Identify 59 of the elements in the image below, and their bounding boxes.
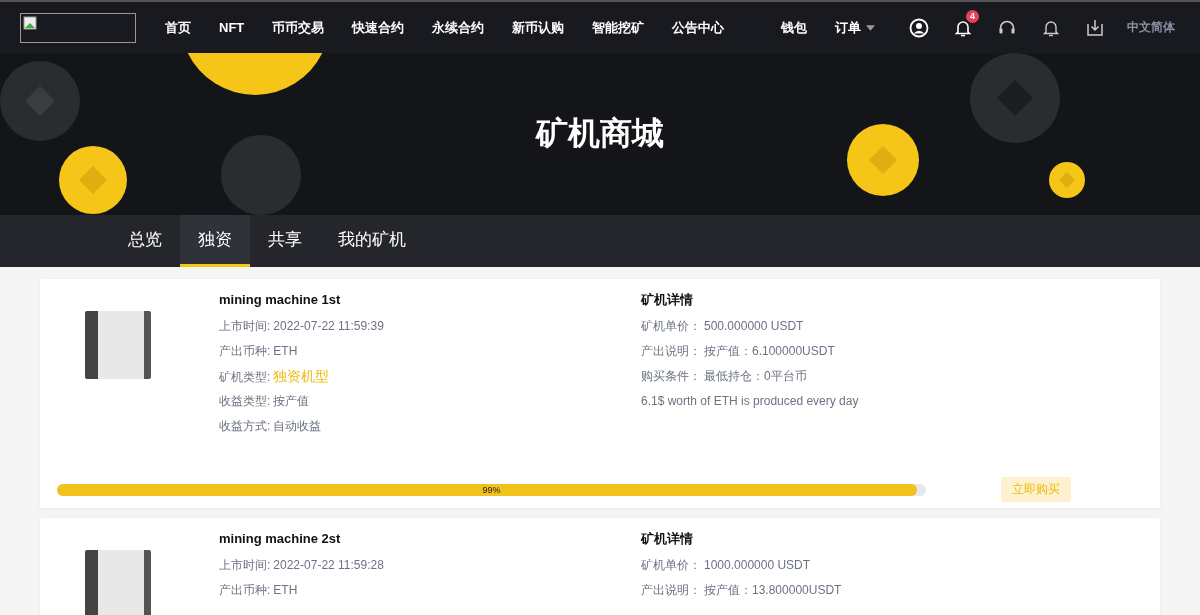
miner-photo-placeholder <box>85 311 151 379</box>
field-value: ETH <box>273 583 298 597</box>
field-label: 矿机类型: <box>219 370 271 384</box>
field-value: ETH <box>273 344 298 358</box>
details-heading: 矿机详情 <box>641 291 694 309</box>
nav-link[interactable]: 新币认购 <box>498 18 579 37</box>
field-value: 1000.000000 USDT <box>704 558 811 572</box>
field-label: 产出说明： <box>641 583 701 597</box>
field-value: 最低持仓：0平台币 <box>704 369 807 383</box>
progress-label: 99% <box>482 484 501 495</box>
nav-link[interactable]: 币币交易 <box>258 18 339 37</box>
nav-link[interactable]: 智能挖矿 <box>578 18 659 37</box>
field-value: 按产值 <box>273 394 310 408</box>
machine-name: mining machine 2st <box>219 530 342 548</box>
download-icon[interactable] <box>1085 17 1105 38</box>
nav-link[interactable]: 永续合约 <box>418 18 499 37</box>
coin-icon <box>847 124 919 196</box>
broken-image-icon <box>23 15 37 30</box>
field-label: 产出币种: <box>219 583 271 597</box>
field-value: 自动收益 <box>273 419 322 433</box>
field-value: 独资机型 <box>273 368 330 384</box>
logo-placeholder[interactable] <box>20 12 136 43</box>
field-label: 上市时间: <box>219 319 271 333</box>
user-icon[interactable] <box>909 17 929 38</box>
field-value: 500.000000 USDT <box>704 319 804 333</box>
field-value: 按产值：13.800000USDT <box>704 583 842 597</box>
field-label: 上市时间: <box>219 558 271 572</box>
language-selector[interactable]: 中文简体 <box>1127 19 1175 36</box>
field-value: 按产值：6.100000USDT <box>704 344 835 358</box>
details-heading: 矿机详情 <box>641 530 694 548</box>
page-title: 矿机商城 <box>536 114 664 153</box>
field-label: 收益类型: <box>219 394 271 408</box>
coin-icon <box>187 53 323 95</box>
field-label: 矿机单价： <box>641 319 701 333</box>
tab[interactable]: 独资 <box>180 215 250 267</box>
nav-link[interactable]: 钱包 <box>767 18 821 37</box>
notification-badge: 4 <box>966 9 979 23</box>
field-label: 购买条件： <box>641 369 701 383</box>
nav-link[interactable]: NFT <box>205 18 259 37</box>
tab[interactable]: 总览 <box>110 215 180 267</box>
field-value: 2022-07-22 11:59:28 <box>273 558 384 572</box>
caret-icon <box>866 24 875 31</box>
nav-link[interactable]: 公告中心 <box>658 18 739 37</box>
tab[interactable]: 我的矿机 <box>320 215 424 267</box>
nav-link[interactable]: 快速合约 <box>338 18 419 37</box>
field-label: 收益方式: <box>219 419 271 433</box>
machine-name: mining machine 1st <box>219 291 342 309</box>
field-value: 2022-07-22 11:59:39 <box>273 319 384 333</box>
field-label: 产出币种: <box>219 344 271 358</box>
coin-icon <box>0 61 80 141</box>
field-label: 矿机单价： <box>641 558 701 572</box>
nav-link[interactable]: 首页 <box>151 18 205 37</box>
nav-link[interactable]: 订单 <box>821 18 889 37</box>
coin-icon <box>1049 162 1085 198</box>
field-label: 产出说明： <box>641 344 701 358</box>
miner-photo-placeholder <box>85 550 151 615</box>
tab[interactable]: 共享 <box>250 215 320 267</box>
coin-icon <box>59 146 127 214</box>
description-text: 6.1$ worth of ETH is produced every day <box>641 393 859 410</box>
